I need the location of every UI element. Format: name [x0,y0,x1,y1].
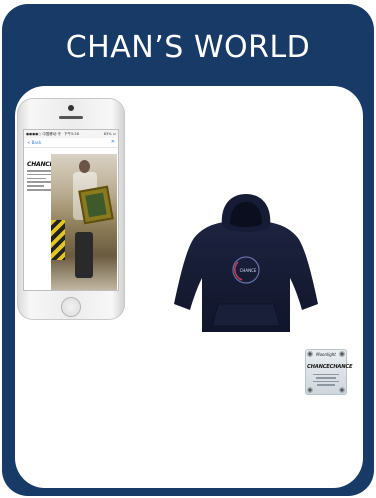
phone-mockup: ●●●●○ 中国移动 令 下午5:28 83% ▭ < Back ✕ CHANC… [17,98,125,320]
back-button[interactable]: < Back [27,140,41,145]
camera-icon [68,105,74,111]
home-button-icon [61,297,81,317]
speaker-grille [59,116,83,119]
product-tag: Moonlight CHANCECHANCE [305,349,353,395]
status-battery: 83% ▭ [103,132,116,136]
card-title: CHAN’S WORLD [65,30,311,65]
tag-brand: Moonlight [316,352,336,357]
screw-icon [339,387,345,393]
tag-text-lines [313,374,339,388]
phone-screen: ●●●●○ 中国移动 令 下午5:28 83% ▭ < Back ✕ CHANC… [23,129,119,291]
status-carrier: ●●●●○ 中国移动 令 [26,132,61,136]
hoodie-image: CHANCE [174,194,318,332]
article-text [27,170,51,193]
screw-icon [307,387,313,393]
close-icon[interactable]: ✕ [111,139,115,145]
status-time: 下午5:28 [64,132,79,136]
hoodie-logo-text: CHANCE [240,268,257,273]
article-photo [51,154,117,290]
tag-main-text: CHANCECHANCE [307,364,353,370]
status-bar: ●●●●○ 中国移动 令 下午5:28 83% ▭ [24,130,118,138]
browser-nav-bar: < Back ✕ [24,138,118,148]
